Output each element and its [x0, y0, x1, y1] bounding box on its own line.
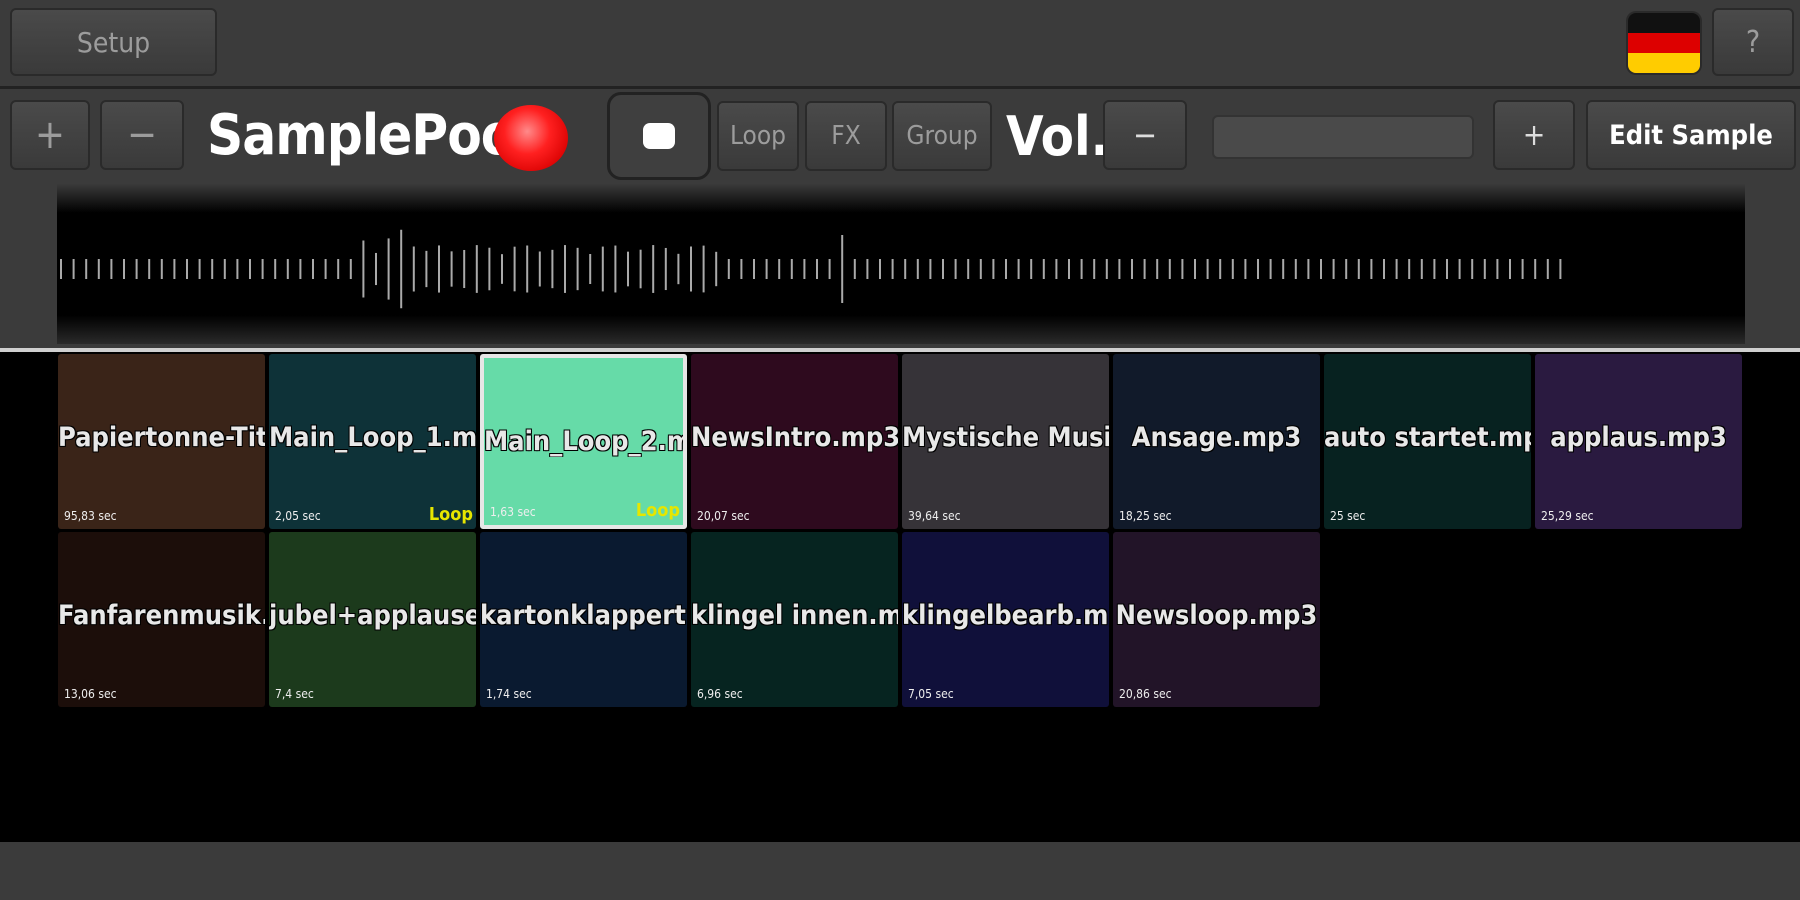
sample-duration: 6,96 sec	[697, 687, 743, 701]
sample-name: NewsIntro.mp3	[691, 422, 898, 453]
sample-tile[interactable]: Main_Loop_1.mp3 2,05 sec Loop	[269, 354, 476, 529]
sample-tile[interactable]: klingel innen.mp3 6,96 sec	[691, 532, 898, 707]
sample-name: Main_Loop_1.mp3	[269, 422, 476, 453]
sample-name: auto startet.mp3	[1324, 422, 1531, 453]
sample-tile[interactable]: Mystische Musik. 39,64 sec	[902, 354, 1109, 529]
loop-toggle[interactable]: Loop	[717, 101, 799, 171]
volume-label: Vol.	[1006, 105, 1110, 168]
sample-tile[interactable]: klingelbearb.mp3 7,05 sec	[902, 532, 1109, 707]
sample-duration: 2,05 sec	[275, 509, 321, 523]
remove-sample-button[interactable]: −	[100, 100, 184, 170]
waveform-panel	[0, 184, 1800, 350]
germany-flag-icon[interactable]	[1628, 13, 1700, 73]
sample-tile[interactable]: Newsloop.mp3 20,86 sec	[1113, 532, 1320, 707]
waveform-display[interactable]	[57, 184, 1745, 344]
sample-tile[interactable]: Ansage.mp3 18,25 sec	[1113, 354, 1320, 529]
sample-tile[interactable]: NewsIntro.mp3 20,07 sec	[691, 354, 898, 529]
bottom-bar	[0, 842, 1800, 900]
sample-name: Papiertonne-Titel	[58, 422, 265, 453]
stop-icon	[643, 123, 675, 149]
sample-duration: 1,63 sec	[490, 505, 536, 519]
sample-tile[interactable]: Papiertonne-Titel 95,83 sec	[58, 354, 265, 529]
sample-tile[interactable]: jubel+applause.m 7,4 sec	[269, 532, 476, 707]
add-sample-button[interactable]: +	[10, 100, 90, 170]
sample-name: klingelbearb.mp3	[902, 600, 1109, 631]
volume-slider[interactable]	[1212, 115, 1474, 159]
sample-duration: 20,86 sec	[1119, 687, 1172, 701]
fx-button[interactable]: FX	[805, 101, 887, 171]
sample-duration: 39,64 sec	[908, 509, 961, 523]
waveform-graphic	[60, 229, 1562, 309]
volume-up-button[interactable]: +	[1493, 100, 1575, 170]
sample-name: klingel innen.mp3	[691, 600, 898, 631]
sample-duration: 18,25 sec	[1119, 509, 1172, 523]
sample-tile[interactable]: applaus.mp3 25,29 sec	[1535, 354, 1742, 529]
sample-name: jubel+applause.m	[269, 600, 476, 631]
sample-duration: 1,74 sec	[486, 687, 532, 701]
sample-name: Fanfarenmusik.m	[58, 600, 265, 631]
sample-duration: 7,4 sec	[275, 687, 314, 701]
sample-duration: 25,29 sec	[1541, 509, 1594, 523]
sample-grid: Papiertonne-Titel 95,83 sec Main_Loop_1.mp…	[0, 352, 1800, 842]
loop-badge: Loop	[428, 504, 473, 525]
sample-name: Mystische Musik.	[902, 422, 1109, 453]
sample-duration: 20,07 sec	[697, 509, 750, 523]
sample-duration: 7,05 sec	[908, 687, 954, 701]
sample-tile[interactable]: auto startet.mp3 25 sec	[1324, 354, 1531, 529]
sample-name: Ansage.mp3	[1131, 422, 1302, 453]
record-button[interactable]	[494, 105, 568, 171]
sample-name: Main_Loop_2.mp3	[484, 426, 683, 457]
sample-duration: 95,83 sec	[64, 509, 117, 523]
volume-down-button[interactable]: −	[1103, 100, 1187, 170]
sample-tile[interactable]: Fanfarenmusik.m 13,06 sec	[58, 532, 265, 707]
sample-name: Newsloop.mp3	[1115, 600, 1318, 631]
sample-duration: 13,06 sec	[64, 687, 117, 701]
toolbar: + − SamplePool Loop FX Group Vol. − + Ed…	[0, 89, 1800, 184]
help-button[interactable]: ?	[1712, 8, 1794, 76]
setup-button[interactable]: Setup	[10, 8, 217, 76]
stop-button[interactable]	[607, 92, 711, 180]
sample-tile[interactable]: Main_Loop_2.mp3 1,63 sec Loop	[480, 354, 687, 529]
sample-name: applaus.mp3	[1550, 422, 1727, 453]
sample-duration: 25 sec	[1330, 509, 1366, 523]
app-title: SamplePool	[207, 103, 532, 168]
group-button[interactable]: Group	[892, 101, 992, 171]
top-bar: Setup ?	[0, 0, 1800, 89]
sample-name: kartonklappert.	[480, 600, 687, 631]
edit-sample-button[interactable]: Edit Sample	[1586, 100, 1796, 170]
loop-badge: Loop	[635, 500, 680, 521]
sample-tile[interactable]: kartonklappert. 1,74 sec	[480, 532, 687, 707]
